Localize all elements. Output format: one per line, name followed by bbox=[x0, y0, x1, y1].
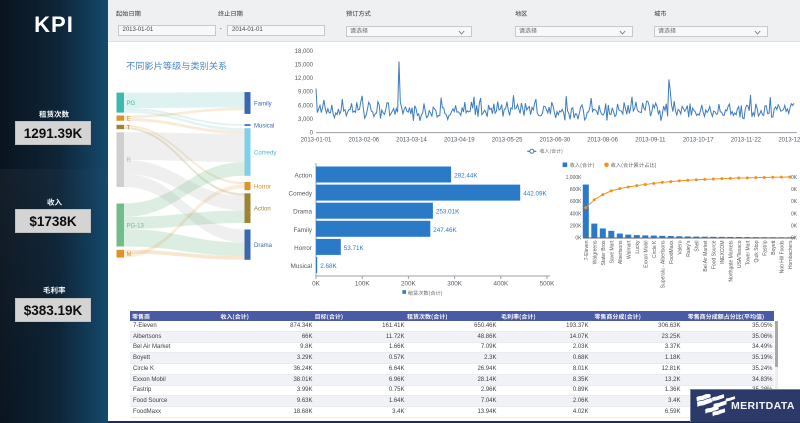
svg-text:2013-06-30: 2013-06-30 bbox=[540, 138, 571, 144]
svg-text:Exxon Mobil: Exxon Mobil bbox=[643, 241, 649, 268]
svg-text:2013-12-28: 2013-12-28 bbox=[778, 138, 800, 144]
svg-text:Action: Action bbox=[254, 207, 271, 213]
svg-text:PG-13: PG-13 bbox=[127, 223, 145, 229]
svg-text:500K: 500K bbox=[540, 281, 556, 288]
svg-text:Action: Action bbox=[294, 173, 312, 180]
svg-text:0: 0 bbox=[310, 131, 314, 137]
svg-text:Musical: Musical bbox=[254, 123, 274, 129]
svg-text:12,000: 12,000 bbox=[295, 76, 314, 82]
svg-text:Valero: Valero bbox=[677, 240, 683, 254]
svg-text:Shell: Shell bbox=[694, 241, 700, 252]
svg-text:247.46K: 247.46K bbox=[433, 227, 457, 234]
svg-text:Horror: Horror bbox=[294, 245, 312, 252]
svg-text:53.71K: 53.71K bbox=[344, 245, 365, 252]
svg-text:18,000: 18,000 bbox=[295, 49, 314, 55]
svg-text:Comedy: Comedy bbox=[254, 150, 276, 156]
svg-text:0K: 0K bbox=[312, 281, 321, 288]
svg-text:9,000: 9,000 bbox=[298, 90, 314, 96]
svg-text:200K: 200K bbox=[570, 223, 582, 229]
svg-text:2013-04-19: 2013-04-19 bbox=[444, 138, 475, 144]
svg-text:USA/Texaco: USA/Texaco bbox=[737, 240, 743, 268]
svg-text:FoodMaxx: FoodMaxx bbox=[669, 240, 675, 264]
svg-text:800K: 800K bbox=[570, 187, 582, 193]
svg-text:Albertsons: Albertsons bbox=[618, 240, 624, 264]
svg-text:Bel Air Market: Bel Air Market bbox=[703, 240, 709, 272]
svg-text:600K: 600K bbox=[570, 199, 582, 205]
svg-text:R: R bbox=[127, 158, 132, 164]
svg-text:0K: 0K bbox=[791, 175, 798, 181]
svg-text:Drama: Drama bbox=[254, 243, 273, 249]
svg-text:Raley's: Raley's bbox=[686, 240, 692, 257]
svg-text:0K: 0K bbox=[791, 199, 798, 205]
svg-text:Lucky: Lucky bbox=[635, 240, 641, 254]
svg-text:400K: 400K bbox=[493, 281, 509, 288]
svg-text:Superalu - Albertsons: Superalu - Albertsons bbox=[660, 240, 666, 288]
svg-text:2013-03-14: 2013-03-14 bbox=[396, 138, 427, 144]
svg-text:Circle K: Circle K bbox=[652, 240, 658, 258]
svg-text:253.01K: 253.01K bbox=[436, 209, 460, 216]
svg-text:Family: Family bbox=[254, 101, 272, 107]
svg-text:Hornbachers: Hornbachers bbox=[788, 240, 794, 269]
svg-text:0K: 0K bbox=[791, 187, 798, 193]
svg-text:2013-08-06: 2013-08-06 bbox=[587, 138, 618, 144]
svg-text:300K: 300K bbox=[447, 281, 463, 288]
svg-text:Boyett: Boyett bbox=[771, 240, 777, 255]
svg-text:Drama: Drama bbox=[293, 209, 312, 216]
svg-text:2013-01-01: 2013-01-01 bbox=[301, 138, 332, 144]
svg-text:0K: 0K bbox=[575, 236, 582, 242]
svg-text:Family: Family bbox=[293, 227, 312, 234]
svg-text:Comedy: Comedy bbox=[289, 191, 313, 198]
svg-text:Walgreens: Walgreens bbox=[592, 240, 598, 264]
svg-text:0K: 0K bbox=[791, 211, 798, 217]
svg-text:Walmart: Walmart bbox=[626, 240, 632, 259]
svg-text:2013-10-17: 2013-10-17 bbox=[683, 138, 714, 144]
svg-text:Horror: Horror bbox=[254, 184, 271, 190]
svg-text:T: T bbox=[127, 125, 131, 131]
svg-text:2013-05-25: 2013-05-25 bbox=[492, 138, 523, 144]
svg-text:442.09K: 442.09K bbox=[523, 191, 547, 198]
svg-text:Tower Mart: Tower Mart bbox=[745, 240, 751, 265]
svg-text:2013-09-11: 2013-09-11 bbox=[635, 138, 666, 144]
svg-text:100K: 100K bbox=[355, 281, 371, 288]
svg-text:1,000K: 1,000K bbox=[566, 175, 583, 181]
svg-text:Save Mart: Save Mart bbox=[609, 240, 615, 263]
svg-text:0K: 0K bbox=[791, 223, 798, 229]
svg-text:PG: PG bbox=[127, 101, 136, 107]
svg-text:E: E bbox=[127, 117, 131, 123]
svg-text:INEXCOM: INEXCOM bbox=[720, 241, 726, 264]
svg-text:Stater Bros: Stater Bros bbox=[601, 240, 607, 266]
svg-text:Nob Hill Foods: Nob Hill Foods bbox=[779, 240, 785, 273]
svg-text:Fastrip: Fastrip bbox=[762, 240, 768, 256]
svg-text:M: M bbox=[127, 252, 132, 258]
svg-text:2013-11-22: 2013-11-22 bbox=[731, 138, 762, 144]
svg-text:2013-02-06: 2013-02-06 bbox=[348, 138, 379, 144]
svg-text:Quik Stop: Quik Stop bbox=[754, 240, 760, 262]
svg-text:2.68K: 2.68K bbox=[320, 263, 337, 270]
svg-text:Musical: Musical bbox=[291, 263, 312, 270]
svg-text:Food Source: Food Source bbox=[711, 240, 717, 269]
svg-text:Northgate Markets: Northgate Markets bbox=[728, 240, 734, 282]
svg-text:200K: 200K bbox=[401, 281, 417, 288]
svg-text:292.44K: 292.44K bbox=[454, 173, 478, 180]
svg-text:6,000: 6,000 bbox=[298, 103, 314, 109]
svg-text:3,000: 3,000 bbox=[298, 117, 314, 123]
svg-text:7-Eleven: 7-Eleven bbox=[584, 240, 590, 260]
svg-text:15,000: 15,000 bbox=[295, 62, 314, 68]
svg-text:400K: 400K bbox=[570, 211, 582, 217]
